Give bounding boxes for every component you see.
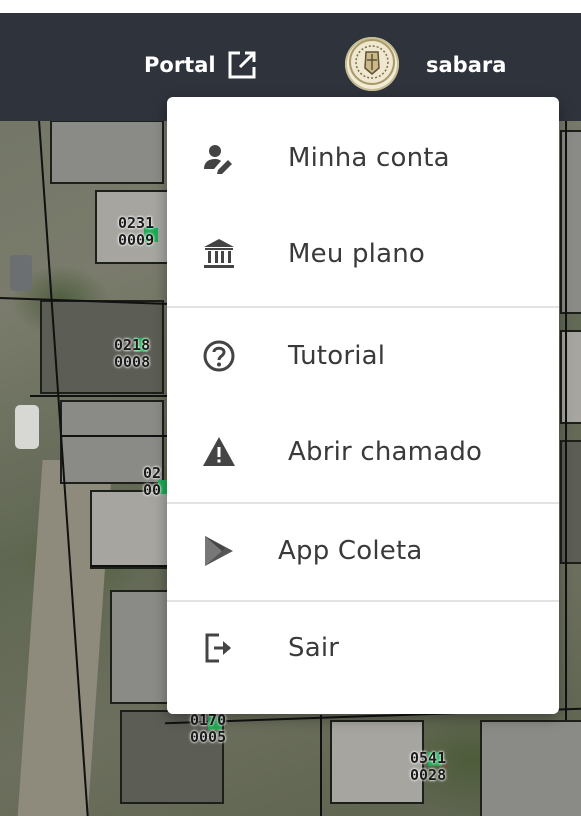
building bbox=[560, 330, 581, 424]
menu-item-label: Meu plano bbox=[288, 239, 426, 269]
warning-triangle-icon bbox=[202, 435, 236, 469]
building bbox=[50, 120, 164, 184]
menu-item-label: Abrir chamado bbox=[288, 437, 483, 467]
building bbox=[480, 720, 581, 816]
username[interactable]: sabara bbox=[426, 47, 506, 83]
bank-building-icon bbox=[202, 237, 236, 271]
menu-item-tutorial[interactable]: Tutorial bbox=[167, 323, 559, 389]
portal-label: Portal bbox=[144, 53, 216, 77]
lot-subnumber: 0028 bbox=[410, 766, 447, 784]
car bbox=[15, 405, 39, 449]
lot-label[interactable]: 0170 0005 bbox=[190, 712, 226, 746]
building bbox=[560, 130, 581, 314]
logout-icon bbox=[202, 631, 236, 665]
lot-number: 02 bbox=[143, 464, 162, 482]
menu-divider bbox=[167, 306, 559, 308]
external-link-icon bbox=[226, 49, 258, 81]
lot-number: 0170 bbox=[190, 711, 227, 729]
play-store-icon bbox=[202, 534, 236, 568]
lot-label[interactable]: 0218 0008 bbox=[114, 337, 150, 371]
building bbox=[110, 590, 174, 704]
lot-label[interactable]: 0231 0009 bbox=[118, 215, 154, 249]
building bbox=[90, 490, 174, 569]
lot-subnumber: 0008 bbox=[114, 353, 151, 371]
menu-item-label: App Coleta bbox=[278, 536, 423, 566]
menu-divider bbox=[167, 600, 559, 602]
menu-item-sair[interactable]: Sair bbox=[167, 615, 559, 681]
menu-item-label: Sair bbox=[288, 633, 340, 663]
building bbox=[560, 440, 581, 564]
lot-boundary bbox=[320, 715, 322, 816]
lot-subnumber: 0005 bbox=[190, 728, 227, 746]
lot-boundary bbox=[565, 120, 567, 720]
lot-number: 0218 bbox=[114, 336, 151, 354]
avatar[interactable] bbox=[345, 37, 399, 91]
lot-number: 0231 bbox=[118, 214, 155, 232]
municipal-seal-icon bbox=[348, 38, 396, 90]
portal-link[interactable]: Portal bbox=[144, 47, 258, 83]
lot-boundary bbox=[90, 565, 170, 567]
menu-item-abrir-chamado[interactable]: Abrir chamado bbox=[167, 419, 559, 485]
car bbox=[10, 255, 32, 291]
help-circle-icon bbox=[202, 339, 236, 373]
user-menu: Minha conta Meu plano Tutorial Abrir cha… bbox=[167, 97, 559, 714]
lot-label[interactable]: 02 00 bbox=[143, 465, 161, 499]
menu-item-minha-conta[interactable]: Minha conta bbox=[167, 125, 559, 191]
menu-item-meu-plano[interactable]: Meu plano bbox=[167, 221, 559, 287]
user-edit-icon bbox=[202, 141, 236, 175]
menu-item-label: Tutorial bbox=[288, 341, 386, 371]
lot-subnumber: 0009 bbox=[118, 231, 155, 249]
top-strip bbox=[0, 0, 581, 13]
lot-subnumber: 00 bbox=[143, 481, 162, 499]
lot-boundary bbox=[30, 395, 170, 397]
menu-item-app-coleta[interactable]: App Coleta bbox=[167, 518, 559, 584]
lot-label[interactable]: 0541 0028 bbox=[410, 750, 446, 784]
menu-item-label: Minha conta bbox=[288, 143, 450, 173]
lot-boundary bbox=[60, 435, 170, 437]
menu-divider bbox=[167, 502, 559, 504]
lot-number: 0541 bbox=[410, 749, 447, 767]
